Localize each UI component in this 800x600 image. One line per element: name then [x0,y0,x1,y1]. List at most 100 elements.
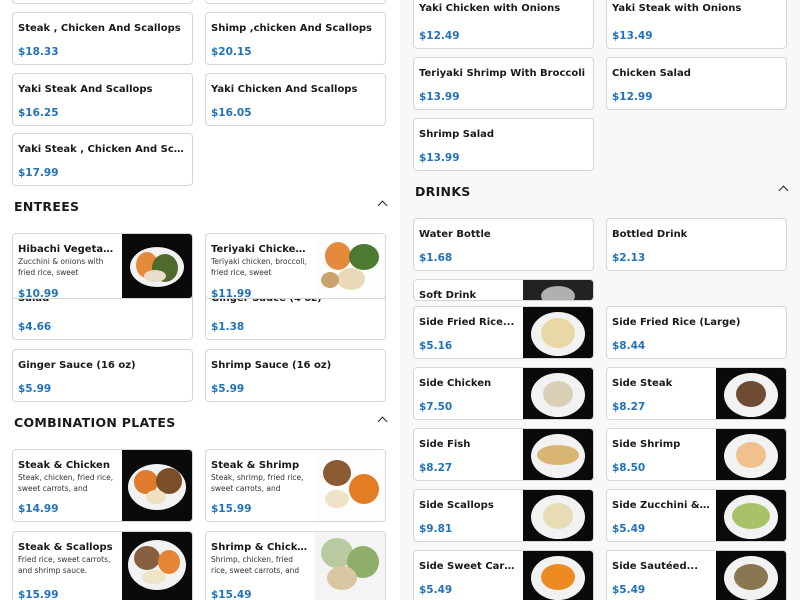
item-name: Side Chicken [419,378,492,389]
menu-item-card[interactable]: Shrimp Salad $13.99 [413,118,594,171]
item-photo [716,551,786,600]
item-name: Steak & Chicken [18,460,110,471]
menu-item-card[interactable]: Water Bottle $1.68 [413,218,594,271]
item-price: $2.13 [612,252,646,264]
chevron-up-icon[interactable] [778,185,789,196]
item-price: $5.16 [419,340,453,352]
item-name: Shrimp Salad [419,129,495,140]
item-price: $5.49 [419,584,453,596]
item-price: $7.50 [419,401,453,413]
item-name: Side Fish [419,439,471,450]
item-name: Side Fried Rice (Large) [612,317,741,328]
item-price: $5.99 [18,383,52,395]
item-photo [716,490,786,541]
item-name: Steak & Scallops [18,542,113,553]
item-photo [523,551,593,600]
item-name: Bottled Drink [612,229,688,240]
item-name: Yaki Steak , Chicken And Scallops [18,144,186,155]
menu-item-card[interactable]: Hibachi Vegetables Zucchini & onions wit… [12,233,193,299]
menu-column-left: Steak , Chicken And Scallops $18.33 Shim… [0,0,400,600]
menu-item-card[interactable]: Side Sautéed... $5.49 [606,550,787,600]
item-name: Side Zucchini &... [612,500,710,511]
menu-item-card[interactable]: Shrimp & Chicken Shrimp, chicken, fried … [205,531,386,600]
item-price: $1.68 [419,252,453,264]
item-name: Side Steak [612,378,673,389]
section-title-combination-plates: COMBINATION PLATES [14,415,176,430]
item-price: $9.81 [419,523,453,535]
menu-item-card[interactable]: Yaki Chicken And Scallops $16.05 [205,73,386,126]
item-price: $8.27 [419,462,453,474]
item-photo [523,368,593,419]
menu-item-card[interactable]: Bottled Drink $2.13 [606,218,787,271]
item-price: $14.99 [18,503,59,515]
menu-item-card[interactable]: Yaki Chicken with Onions $12.49 [413,0,594,49]
item-photo [523,307,593,358]
item-price: $16.05 [211,107,252,119]
section-title-entrees: ENTREES [14,199,80,214]
item-name: Shrimp & Chicken [211,542,309,553]
item-description: Zucchini & onions with fried rice, sweet… [18,257,104,277]
menu-item-card[interactable]: Side Shrimp $8.50 [606,428,787,481]
item-name: Yaki Chicken with Onions [419,3,561,14]
menu-item-card[interactable]: Shrimp Sauce (16 oz) $5.99 [205,349,386,402]
menu-item-card[interactable]: Ginger Sauce (16 oz) $5.99 [12,349,193,402]
item-name: Water Bottle [419,229,491,240]
menu-item-card[interactable]: Side Scallops $9.81 [413,489,594,542]
item-name: Steak & Shrimp [211,460,300,471]
item-description: Shrimp, chicken, fried rice, sweet carro… [211,555,300,575]
menu-item-card[interactable]: Yaki Steak , Chicken And Scallops $17.99 [12,133,193,186]
item-photo [122,450,192,521]
item-description: Teriyaki chicken, broccoli, fried rice, … [211,257,307,277]
menu-item-card[interactable]: Teriyaki Shrimp With Broccoli $13.99 [413,57,594,110]
menu-item-card[interactable]: Side Sweet Carrots $5.49 [413,550,594,600]
item-price: $11.99 [211,288,252,299]
menu-item-card[interactable]: Side Fried Rice (Large) $8.44 [606,306,787,359]
menu-item-card[interactable]: Shimp ,chicken And Scallops $20.15 [205,12,386,65]
section-title-drinks: DRINKS [415,184,471,199]
item-name: Side Shrimp [612,439,681,450]
item-price: $13.99 [419,91,460,103]
item-name: Teriyaki Shrimp With Broccoli [419,68,586,79]
item-name: Chicken Salad [612,68,691,79]
item-photo [523,490,593,541]
menu-item-card[interactable]: Yaki Steak with Onions $13.49 [606,0,787,49]
item-photo [122,234,192,298]
menu-column-right: Yaki Chicken with Onions $12.49 Yaki Ste… [400,0,800,600]
item-price: $18.33 [18,46,59,58]
item-price: $16.25 [18,107,59,119]
menu-item-card[interactable]: Side Zucchini &... $5.49 [606,489,787,542]
menu-item-card[interactable]: Steak & Shrimp Steak, shrimp, fried rice… [205,449,386,522]
item-name: Hibachi Vegetables [18,244,116,255]
menu-item-card[interactable]: Teriyaki Chicken... Teriyaki chicken, br… [205,233,386,299]
menu-item-card[interactable] [12,0,193,4]
menu-item-card[interactable]: Steak & Chicken Steak, chicken, fried ri… [12,449,193,522]
menu-item-card[interactable]: Steak & Scallops Fried rice, sweet carro… [12,531,193,600]
item-name: Soft Drink [419,290,477,301]
menu-item-card[interactable]: Side Chicken $7.50 [413,367,594,420]
item-price: $5.49 [612,523,646,535]
item-description: Steak, shrimp, fried rice, sweet carrots… [211,473,304,493]
item-price: $12.99 [612,91,653,103]
item-price: $4.66 [18,321,52,333]
chevron-up-icon[interactable] [377,200,388,211]
menu-item-card[interactable]: Soft Drink [413,279,594,301]
menu-item-card[interactable]: Side Fish $8.27 [413,428,594,481]
item-name: Ginger Sauce (16 oz) [18,360,136,371]
item-photo [315,450,385,521]
menu-item-card[interactable]: Steak , Chicken And Scallops $18.33 [12,12,193,65]
item-price: $5.49 [612,584,646,596]
item-price: $8.27 [612,401,646,413]
menu-item-card[interactable]: Side Steak $8.27 [606,367,787,420]
menu-item-card[interactable]: Chicken Salad $12.99 [606,57,787,110]
item-name: Side Sautéed... [612,561,699,572]
item-price: $15.49 [211,589,252,600]
menu-item-card[interactable]: Yaki Steak And Scallops $16.25 [12,73,193,126]
item-price: $10.99 [18,288,59,299]
item-photo [315,532,385,600]
item-price: $17.99 [18,167,59,179]
menu-item-card[interactable]: Side Fried Rice... $5.16 [413,306,594,359]
chevron-up-icon[interactable] [377,416,388,427]
item-price: $8.44 [612,340,646,352]
item-photo [122,532,192,600]
menu-item-card[interactable] [205,0,386,4]
